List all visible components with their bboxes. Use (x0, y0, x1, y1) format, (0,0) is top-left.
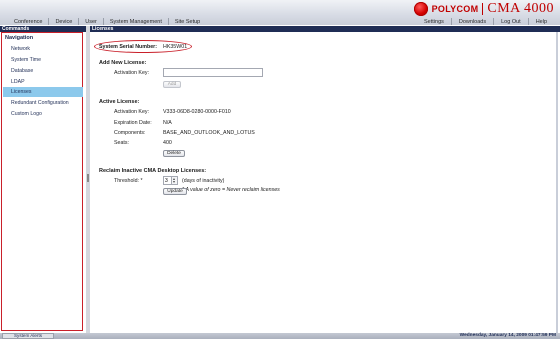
menu-downloads[interactable]: Downloads (452, 19, 493, 25)
polycom-globe-icon (413, 1, 428, 16)
utility-menu: Settings Downloads Log Out Help (417, 17, 554, 26)
sidebar: Commands Navigation Network System Time … (0, 26, 86, 333)
activation-key-input[interactable] (163, 68, 263, 77)
sidebar-item-system-time[interactable]: System Time (3, 55, 83, 65)
components-label: Components: (114, 130, 146, 136)
main-menu: Conference Device User System Management… (0, 17, 206, 26)
active-license-header: Active License: (99, 99, 140, 105)
threshold-label: Threshold: * (114, 178, 143, 184)
update-button[interactable]: Update (163, 188, 187, 195)
sidebar-item-licenses[interactable]: Licenses (3, 87, 83, 97)
menu-log-out[interactable]: Log Out (494, 19, 528, 25)
stepper-up-icon[interactable] (173, 178, 175, 180)
stepper-down-icon[interactable] (173, 181, 175, 183)
threshold-input[interactable] (163, 176, 172, 185)
reclaim-header: Reclaim Inactive CMA Desktop Licenses: (99, 168, 207, 174)
expiration-label: Expiration Date: (114, 120, 152, 126)
expiration-value: N/A (163, 120, 172, 126)
brand-logo: POLYCOM CMA 4000 (413, 0, 554, 17)
menu-user[interactable]: User (79, 19, 103, 25)
sidebar-item-network[interactable]: Network (3, 44, 83, 54)
brand-product: CMA 4000 (487, 0, 554, 16)
serial-label: System Serial Number: (99, 44, 157, 50)
navigation-panel: Navigation Network System Time Database … (1, 32, 83, 331)
add-button[interactable]: Add (163, 81, 181, 88)
logo-divider (482, 2, 484, 15)
menu-site-setup[interactable]: Site Setup (169, 19, 206, 25)
brand-company: POLYCOM (431, 3, 479, 14)
add-license-header: Add New License: (99, 60, 147, 66)
active-activation-key-label: Activation Key: (114, 109, 150, 115)
menu-device[interactable]: Device (49, 19, 78, 25)
system-alerts-tab[interactable]: System Alerts (2, 333, 54, 339)
seats-value: 400 (163, 140, 172, 146)
menu-conference[interactable]: Conference (0, 19, 48, 25)
threshold-stepper[interactable] (172, 176, 178, 185)
active-activation-key-value: V333-06D8-0280-0000-F010 (163, 109, 231, 115)
sidebar-item-custom-logo[interactable]: Custom Logo (3, 109, 83, 119)
components-value: BASE_AND_OUTLOOK_AND_LOTUS (163, 130, 255, 136)
seats-label: Seats: (114, 140, 130, 146)
threshold-note: * A value of zero = Never reclaim licens… (182, 187, 280, 193)
delete-button[interactable]: Delete (163, 150, 185, 157)
status-datetime: Wednesday, January 14, 2009 01:47:59 PM (459, 333, 556, 338)
add-activation-key-label: Activation Key: (114, 70, 150, 76)
splitter-grip-icon[interactable] (87, 174, 89, 182)
licenses-content: System Serial Number: HK35W01 Add New Li… (90, 32, 558, 333)
menu-system-management[interactable]: System Management (104, 19, 168, 25)
sidebar-item-redundant-configuration[interactable]: Redundant Configuration (3, 98, 83, 108)
menu-help[interactable]: Help (529, 19, 554, 25)
threshold-unit: (days of inactivity) (182, 178, 225, 184)
menu-settings[interactable]: Settings (417, 19, 451, 25)
serial-value: HK35W01 (163, 44, 188, 50)
top-header: POLYCOM CMA 4000 Conference Device User … (0, 0, 560, 25)
navigation-header: Navigation (5, 35, 34, 41)
sidebar-item-database[interactable]: Database (3, 66, 83, 76)
sidebar-item-ldap[interactable]: LDAP (3, 77, 83, 87)
